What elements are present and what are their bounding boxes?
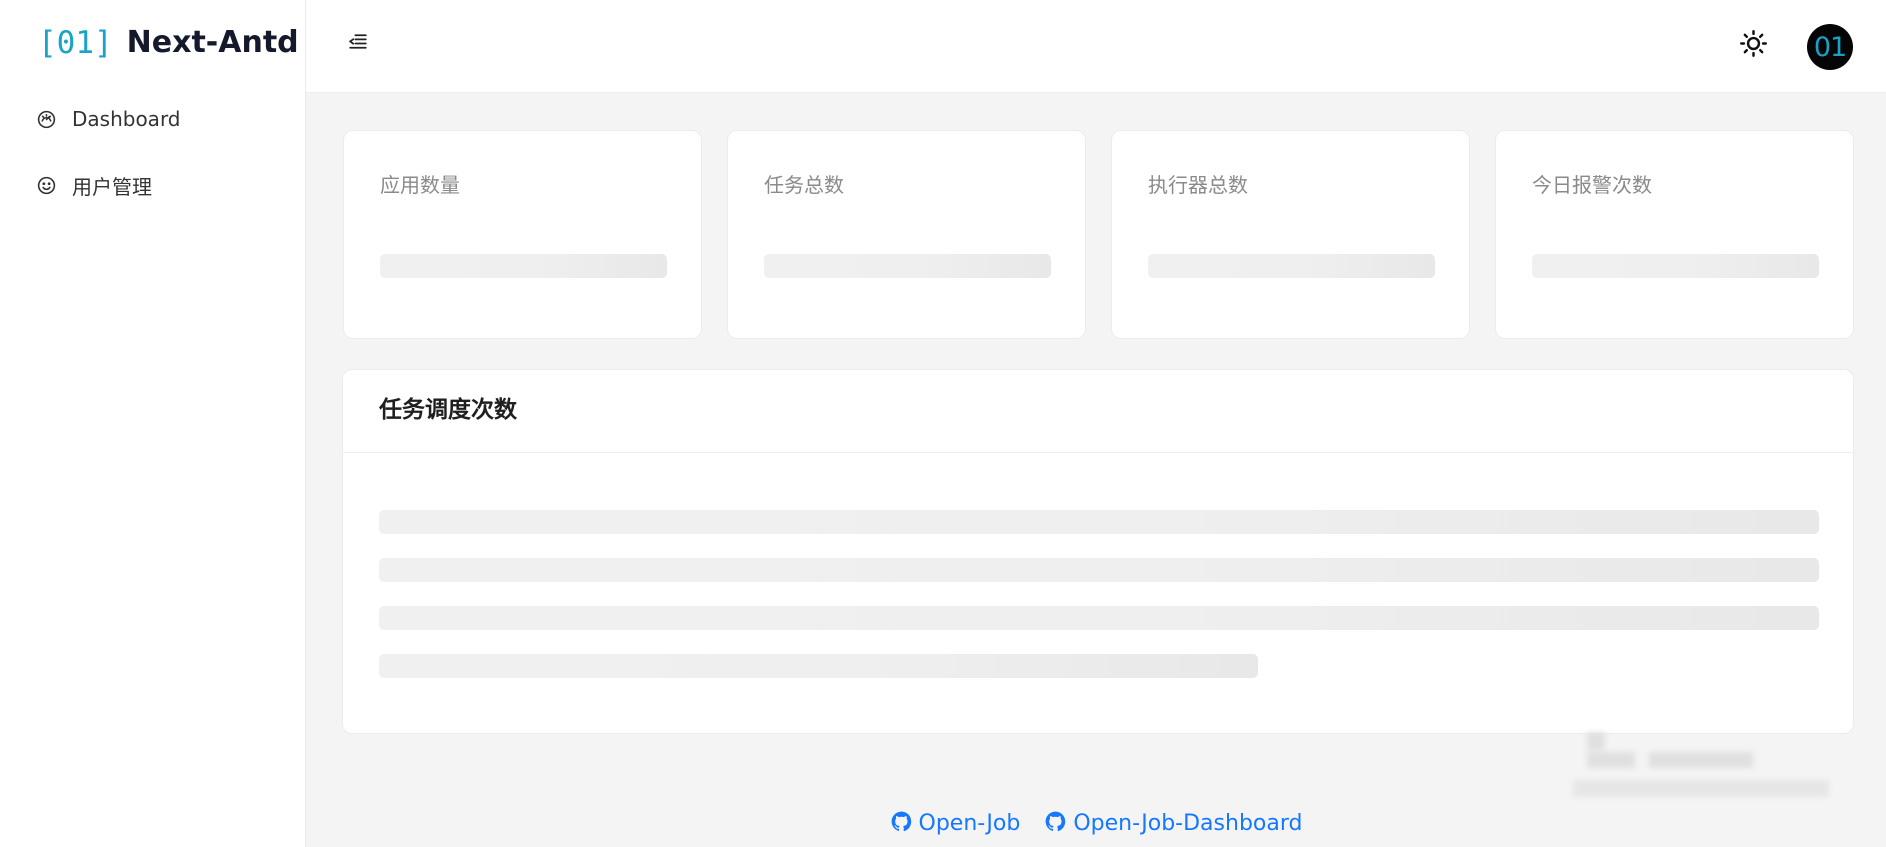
sidebar-item-user-management[interactable]: 用户管理: [0, 152, 305, 218]
avatar[interactable]: 01: [1807, 24, 1853, 70]
skeleton-bar: [1148, 254, 1435, 278]
sidebar-item-label: 用户管理: [72, 174, 152, 199]
sidebar-item-dashboard[interactable]: Dashboard: [0, 86, 305, 152]
sidebar-menu: Dashboard 用户管理: [0, 86, 305, 218]
main-content: 01 应用数量 任务总数 执行器总数 今日报警次数 任务调度次数 Open-Jo…: [306, 0, 1886, 847]
open-job-dashboard-link[interactable]: Open-Job-Dashboard: [1044, 810, 1302, 838]
skeleton-line: [379, 558, 1819, 582]
footer-links: Open-Job Open-Job-Dashboard: [306, 804, 1886, 844]
skeleton-line: [379, 654, 1258, 678]
blurred-overlay: [1573, 732, 1829, 808]
skeleton-bar: [764, 254, 1051, 278]
dashboard-icon: [35, 108, 58, 131]
logo[interactable]: [01] Next-Antd: [0, 0, 305, 86]
footer-link-label: Open-Job: [918, 811, 1021, 836]
theme-toggle-button[interactable]: [1737, 29, 1769, 61]
logo-title: Next-Antd: [126, 25, 299, 60]
collapse-sidebar-button[interactable]: [344, 30, 372, 58]
top-header: 01: [306, 0, 1886, 93]
sun-icon: [1738, 28, 1769, 62]
logo-mark: [01]: [38, 24, 113, 61]
schedule-card-header: 任务调度次数: [343, 370, 1853, 453]
skeleton-line: [379, 606, 1819, 630]
stat-title: 应用数量: [380, 173, 460, 197]
skeleton-bar: [1532, 254, 1819, 278]
stat-card-executor-total: 执行器总数: [1111, 130, 1470, 339]
open-job-link[interactable]: Open-Job: [890, 810, 1021, 838]
stat-card-app-count: 应用数量: [343, 130, 702, 339]
schedule-card-title: 任务调度次数: [379, 397, 517, 424]
stat-card-task-total: 任务总数: [727, 130, 1086, 339]
smile-icon: [35, 174, 58, 197]
stat-title: 今日报警次数: [1532, 173, 1652, 197]
footer-link-label: Open-Job-Dashboard: [1073, 811, 1303, 836]
github-icon: [890, 810, 919, 838]
sidebar: [01] Next-Antd Dashboard 用户管理: [0, 0, 306, 847]
stat-title: 执行器总数: [1148, 173, 1248, 197]
stat-card-alerts-today: 今日报警次数: [1495, 130, 1854, 339]
skeleton-line: [379, 510, 1819, 534]
stat-title: 任务总数: [764, 173, 844, 197]
app-root: [01] Next-Antd Dashboard 用户管理 01 应用数量 任务…: [0, 0, 1886, 847]
menu-fold-icon: [346, 30, 371, 58]
skeleton-bar: [380, 254, 667, 278]
github-icon: [1044, 810, 1073, 838]
sidebar-item-label: Dashboard: [72, 107, 181, 131]
schedule-count-card: 任务调度次数: [342, 369, 1854, 734]
